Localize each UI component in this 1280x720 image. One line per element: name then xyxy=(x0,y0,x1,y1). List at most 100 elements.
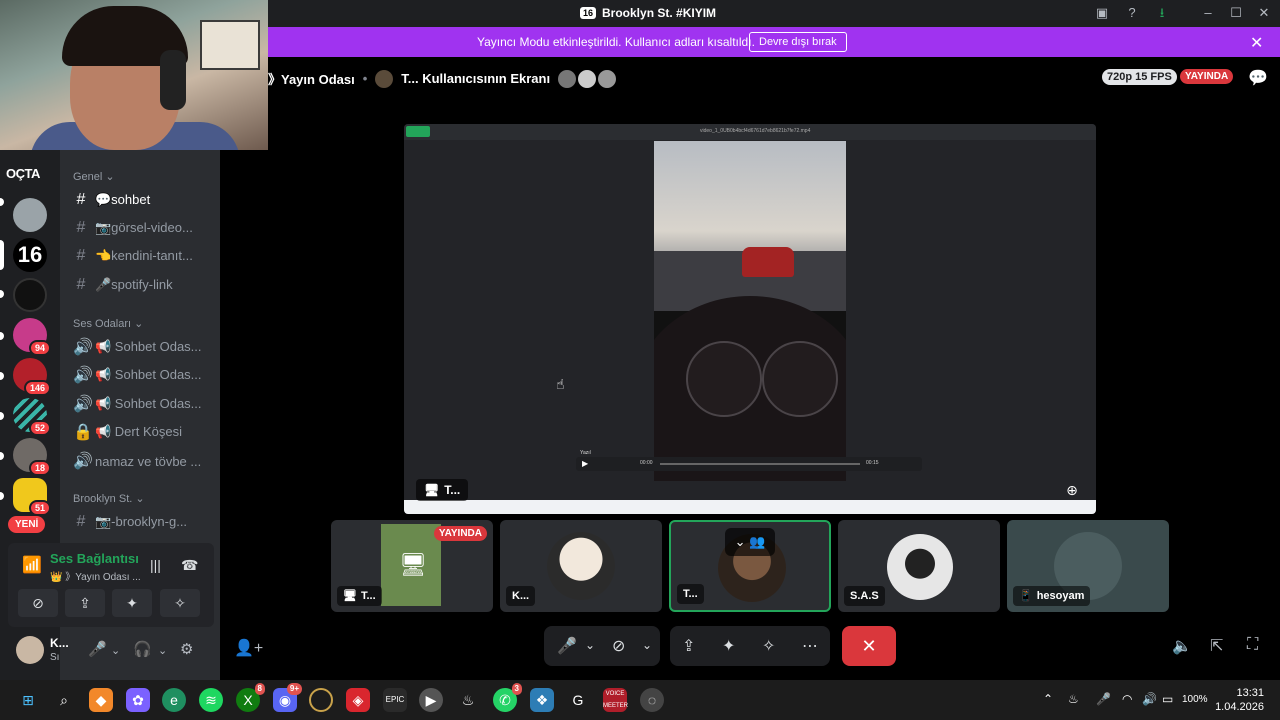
close-icon[interactable]: ✕ xyxy=(1250,33,1263,53)
viewer-avatar[interactable] xyxy=(558,69,577,88)
noise-suppression-icon[interactable]: ||| xyxy=(150,557,161,573)
participant-tile[interactable]: 📱 hesoyam xyxy=(1007,520,1169,612)
chevron-down-icon[interactable]: ⌄ xyxy=(642,638,652,652)
activities-icon[interactable]: ✦ xyxy=(722,636,735,656)
more-options-icon[interactable]: ⋯ xyxy=(802,636,818,656)
spotify-icon[interactable]: ≋ xyxy=(199,688,223,712)
leave-call-button[interactable]: ✕ xyxy=(842,626,896,666)
microphone-tray-icon[interactable]: 🎤 xyxy=(1096,692,1111,706)
whatsapp-icon[interactable]: ✆ 3 xyxy=(493,683,522,712)
app-icon[interactable]: ❖ xyxy=(530,688,554,712)
edge-icon[interactable]: e xyxy=(162,688,186,712)
voice-connection-channel[interactable]: 👑 》Yayın Odası ... xyxy=(50,568,142,583)
voice-channel[interactable]: 🔊 📢 Sohbet Odas... xyxy=(73,335,215,359)
participant-tile[interactable]: 🖥 YAYINDA 🖥 T... xyxy=(331,520,493,612)
voice-channel-locked[interactable]: 🔒 📢 Dert Köşesi xyxy=(73,420,215,444)
camera-off-button[interactable]: ⊘ xyxy=(18,589,58,617)
headphones-icon[interactable]: 🎧 xyxy=(133,640,152,658)
activities-button[interactable]: ✦ xyxy=(112,589,152,617)
avatar[interactable] xyxy=(16,636,44,664)
chevron-down-icon[interactable]: ⌄ xyxy=(585,638,595,652)
tile-options[interactable]: ⌄ 👥 xyxy=(725,528,775,556)
shared-screen[interactable]: video_1_0UB0b4bcf4d6761d7eb8621b7fe72.mp… xyxy=(404,124,1096,514)
steam-tray-icon[interactable]: ♨ xyxy=(1068,692,1079,706)
screen-share-button[interactable]: ⇪ xyxy=(65,589,105,617)
category-brooklyn[interactable]: Brooklyn St. ⌄ xyxy=(73,492,145,505)
server-icon-1[interactable] xyxy=(13,198,47,232)
voice-connection-title[interactable]: Ses Bağlantısı K xyxy=(50,551,142,566)
server-icon-8[interactable]: 51 xyxy=(13,478,51,516)
chevron-up-icon[interactable]: ⌃ xyxy=(1043,692,1053,706)
play-icon[interactable]: ▶ xyxy=(582,459,588,468)
server-icon-3[interactable] xyxy=(13,278,47,312)
category-ses-odalari[interactable]: Ses Odaları ⌄ xyxy=(73,317,143,330)
chevron-down-icon[interactable]: ⌄ xyxy=(158,644,167,657)
settings-gear-icon[interactable]: ⚙ xyxy=(180,640,193,658)
volume-icon[interactable]: 🔈 xyxy=(1172,636,1192,656)
username[interactable]: K... xyxy=(50,636,69,650)
voicemeeter-icon[interactable]: VOICE MEETER xyxy=(603,688,628,712)
copilot-icon[interactable]: ✿ xyxy=(126,688,150,712)
clock[interactable]: 13:31 1.04.2026 xyxy=(1215,686,1264,714)
channel-sohbet[interactable]: # 💬sohbet xyxy=(73,188,215,212)
minimize-icon[interactable]: – xyxy=(1200,5,1216,21)
start-icon[interactable]: ⊞ xyxy=(16,688,40,712)
participant-tile-speaking[interactable]: ⌄ 👥 T... xyxy=(669,520,831,612)
download-icon[interactable]: ⭳ xyxy=(1154,5,1170,21)
viewer-avatar[interactable] xyxy=(578,69,597,88)
media-player-icon[interactable]: ▶ xyxy=(419,688,443,712)
channel-spotify-link[interactable]: # 🎤spotify-link xyxy=(73,273,215,297)
server-icon-albaytm[interactable]: 52 xyxy=(13,398,51,436)
channel-brooklyn-g[interactable]: # 📷-brooklyn-g... xyxy=(73,510,215,534)
screen-share-icon[interactable]: ⇪ xyxy=(682,636,695,656)
voice-channel[interactable]: 🔊 📢 Sohbet Odas... xyxy=(73,392,215,416)
ring-app-icon[interactable] xyxy=(309,688,333,712)
chevron-down-icon[interactable]: ⌄ xyxy=(111,644,120,657)
viewer-avatar[interactable] xyxy=(598,69,617,88)
participant-tile[interactable]: K... xyxy=(500,520,662,612)
search-icon[interactable]: ⌕ xyxy=(52,688,76,712)
app-icon[interactable]: ◌ xyxy=(640,688,664,712)
participant-tile[interactable]: S.A.S xyxy=(838,520,1000,612)
discord-icon[interactable]: ◉ 9+ xyxy=(273,683,302,712)
server-icon-7[interactable]: 18 xyxy=(13,438,51,476)
signal-icon[interactable]: 📶 xyxy=(22,555,42,575)
camera-off-icon[interactable]: ⊘ xyxy=(612,636,625,656)
zoom-icon[interactable]: ⊕ xyxy=(1060,479,1084,501)
chat-bubble-icon[interactable]: 💬 xyxy=(1248,68,1268,88)
steam-icon[interactable]: ♨ xyxy=(456,688,480,712)
volume-tray-icon[interactable]: 🔊 xyxy=(1142,692,1157,706)
help-icon[interactable]: ? xyxy=(1124,5,1140,21)
microphone-icon[interactable]: 🎤 xyxy=(557,636,577,656)
server-icon-4[interactable]: 94 xyxy=(13,318,51,356)
fullscreen-icon[interactable]: ⛶ xyxy=(1247,636,1258,654)
video-scrubber[interactable] xyxy=(660,463,860,465)
close-window-icon[interactable]: ✕ xyxy=(1256,5,1272,21)
epic-games-icon[interactable]: EPIC xyxy=(383,688,407,712)
invite-user-icon[interactable]: 👤+ xyxy=(234,638,263,658)
soundboard-button[interactable]: ✧ xyxy=(160,589,200,617)
wifi-icon[interactable]: ◠ xyxy=(1122,692,1132,706)
server-icon-16[interactable]: 16 xyxy=(13,238,47,272)
channel-gorsel-video[interactable]: # 📷görsel-video... xyxy=(73,216,215,240)
popout-icon[interactable]: ⇱ xyxy=(1210,636,1223,656)
disable-streamer-mode-button[interactable]: Devre dışı bırak xyxy=(749,32,847,52)
category-genel[interactable]: Genel ⌄ xyxy=(73,170,115,183)
app-icon[interactable]: ◈ xyxy=(346,688,370,712)
disconnect-icon[interactable]: ☎ xyxy=(181,557,198,574)
maximize-icon[interactable]: ☐ xyxy=(1228,5,1244,21)
xbox-icon[interactable]: X8 xyxy=(236,683,265,712)
server-icon-5[interactable]: 146 xyxy=(13,358,51,396)
voice-channel[interactable]: 🔊 📢 Sohbet Odas... xyxy=(73,363,215,387)
brave-icon[interactable]: ◆ xyxy=(89,688,113,712)
channel-kendini-tanit[interactable]: # 👈kendini-tanıt... xyxy=(73,244,215,268)
voice-channel[interactable]: 🔊 namaz ve tövbe ... xyxy=(73,449,215,473)
app-icon[interactable]: G xyxy=(566,688,590,712)
breadcrumb-room[interactable]: 》Yayın Odası xyxy=(268,69,355,88)
battery-icon[interactable]: ▭ xyxy=(1162,692,1173,706)
new-badge[interactable]: YENİ xyxy=(8,516,46,533)
inbox-icon[interactable]: ▣ xyxy=(1094,5,1110,21)
microphone-icon[interactable]: 🎤 xyxy=(88,640,107,658)
rail-top-label[interactable]: OÇTA xyxy=(6,166,40,181)
soundboard-icon[interactable]: ✧ xyxy=(762,636,775,656)
